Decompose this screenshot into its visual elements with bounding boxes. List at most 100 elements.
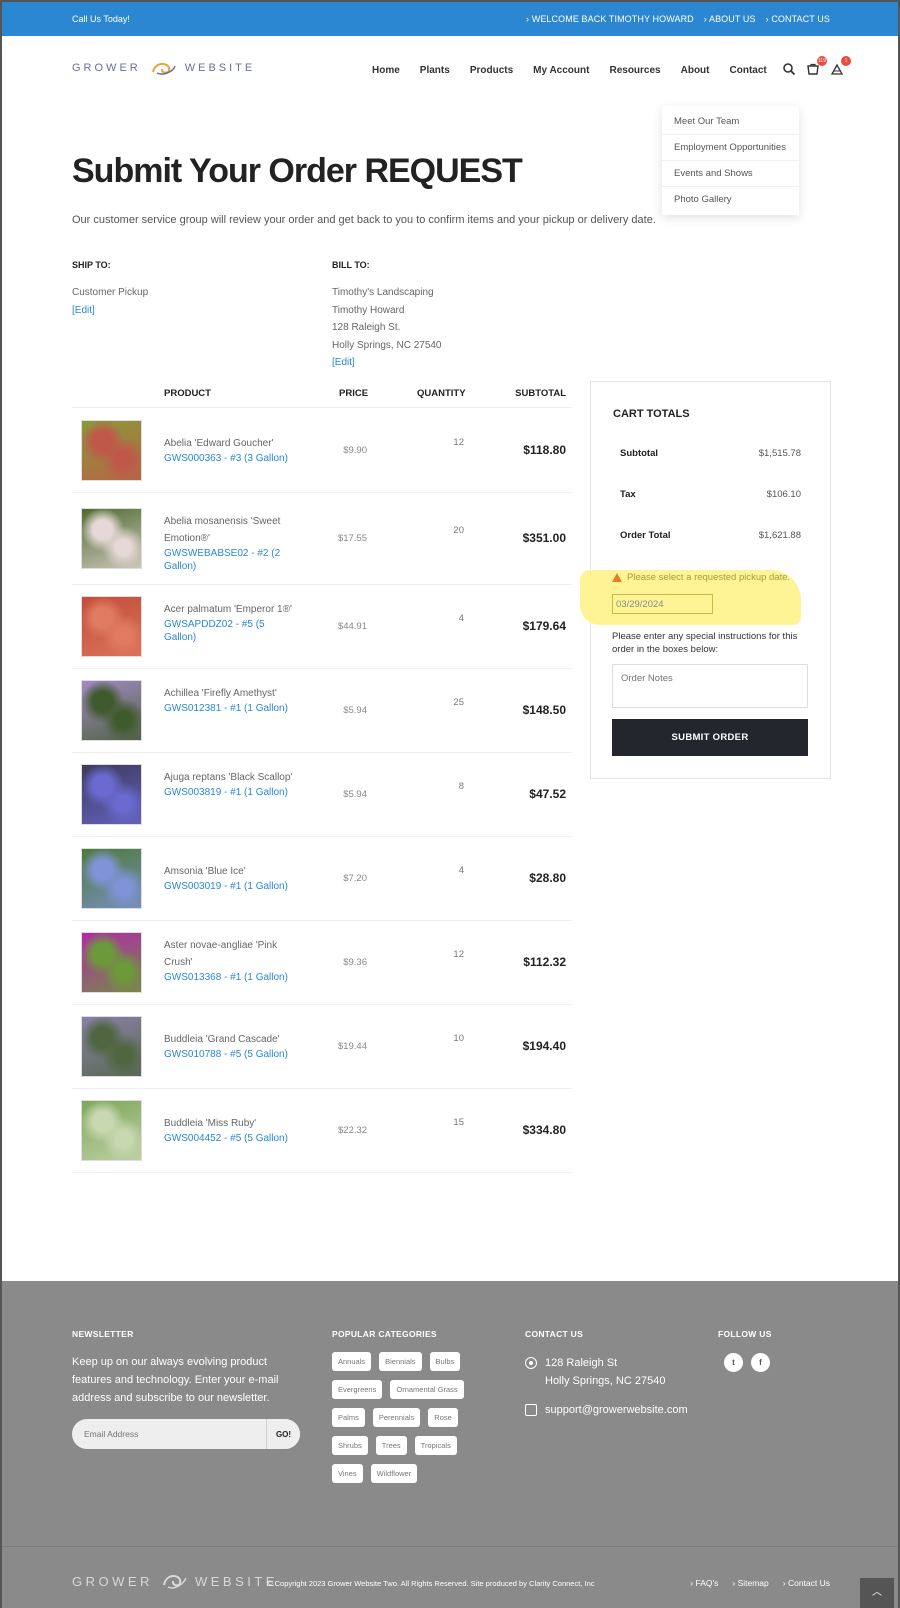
- category-tag[interactable]: Shrubs: [332, 1436, 368, 1455]
- order-notes-textarea[interactable]: [612, 664, 808, 708]
- product-subtotal: $148.50: [522, 703, 566, 717]
- product-name-text: Amsonia 'Blue Ice': [164, 866, 246, 877]
- nav-about[interactable]: About: [681, 65, 710, 76]
- menu-item-photo-gallery[interactable]: Photo Gallery: [662, 187, 799, 212]
- product-quantity: 12: [453, 949, 464, 960]
- nav-home[interactable]: Home: [372, 65, 400, 76]
- social-links: t f: [724, 1353, 770, 1372]
- col-subtotal: SUBTOTAL: [515, 388, 566, 399]
- category-tag[interactable]: Annuals: [332, 1352, 372, 1371]
- product-sku-link[interactable]: GWSAPDDZ02 - #5 (5 Gallon): [164, 618, 299, 644]
- menu-item-meet-our-team[interactable]: Meet Our Team: [662, 109, 799, 135]
- table-row: Abelia mosanensis 'Sweet Emotion®' GWSWEB…: [72, 493, 572, 585]
- product-name[interactable]: Buddleia 'Grand Cascade' GWS010788 - #5 (…: [164, 1031, 299, 1061]
- nav-plants[interactable]: Plants: [420, 65, 450, 76]
- cart-count-badge: 119: [817, 56, 827, 66]
- faq-link[interactable]: FAQ's: [690, 1578, 718, 1588]
- product-name[interactable]: Amsonia 'Blue Ice' GWS003019 - #1 (1 Gall…: [164, 863, 299, 893]
- nav-contact[interactable]: Contact: [730, 65, 767, 76]
- twitter-icon[interactable]: t: [724, 1353, 743, 1372]
- category-tag[interactable]: Perennials: [372, 1408, 421, 1427]
- table-row: Achillea 'Firefly Amethyst' GWS012381 - #…: [72, 669, 572, 753]
- menu-item-events[interactable]: Events and Shows: [662, 161, 799, 187]
- product-sku-link[interactable]: GWS003819 - #1 (1 Gallon): [164, 786, 299, 799]
- bill-to-address: Timothy's Landscaping Timothy Howard 128…: [332, 284, 442, 372]
- welcome-link[interactable]: WELCOME BACK TIMOTHY HOWARD: [526, 14, 694, 24]
- newsletter-go-button[interactable]: GO!: [266, 1419, 300, 1449]
- bottom-contact-link[interactable]: Contact Us: [783, 1578, 830, 1588]
- product-name[interactable]: Aster novae-angliae 'Pink Crush' GWS01336…: [164, 937, 299, 984]
- product-thumbnail[interactable]: [81, 1016, 142, 1077]
- product-thumbnail[interactable]: [81, 680, 142, 741]
- tax-label: Tax: [620, 489, 636, 500]
- category-tag[interactable]: Ornamental Grass: [390, 1380, 464, 1399]
- product-thumbnail[interactable]: [81, 1100, 142, 1161]
- category-tag[interactable]: Rose: [428, 1408, 458, 1427]
- product-sku-link[interactable]: GWS012381 - #1 (1 Gallon): [164, 702, 299, 715]
- product-sku-link[interactable]: GWS004452 - #5 (5 Gallon): [164, 1132, 299, 1145]
- footer-email: support@growerwebsite.com: [525, 1401, 688, 1419]
- product-sku-link[interactable]: GWS000363 - #3 (3 Gallon): [164, 452, 299, 465]
- product-subtotal: $351.00: [522, 531, 566, 545]
- product-thumbnail[interactable]: [81, 848, 142, 909]
- category-tag[interactable]: Bulbs: [429, 1352, 461, 1371]
- product-sku-link[interactable]: GWS003019 - #1 (1 Gallon): [164, 880, 299, 893]
- product-sku-link[interactable]: GWS013368 - #1 (1 Gallon): [164, 971, 299, 984]
- newsletter-email-input[interactable]: [72, 1419, 264, 1449]
- table-row: Ajuga reptans 'Black Scallop' GWS003819 -…: [72, 753, 572, 837]
- bill-to-edit-link[interactable]: [Edit]: [332, 354, 442, 372]
- product-quantity: 8: [458, 781, 464, 792]
- cart-icon[interactable]: 119: [806, 56, 827, 76]
- bill-to-line: Timothy Howard: [332, 304, 405, 316]
- product-thumbnail[interactable]: [81, 764, 142, 825]
- site-logo[interactable]: GROWER WEBSITE: [72, 60, 255, 76]
- product-sku-link[interactable]: GWS010788 - #5 (5 Gallon): [164, 1048, 299, 1061]
- product-name[interactable]: Abelia 'Edward Goucher' GWS000363 - #3 (3…: [164, 435, 299, 465]
- product-name[interactable]: Buddleia 'Miss Ruby' GWS004452 - #5 (5 Ga…: [164, 1115, 299, 1145]
- pickup-date-input[interactable]: [612, 594, 713, 614]
- category-tag[interactable]: Evergreens: [332, 1380, 383, 1399]
- category-tag[interactable]: Tropicals: [414, 1436, 457, 1455]
- facebook-icon[interactable]: f: [751, 1353, 770, 1372]
- product-thumbnail[interactable]: [81, 932, 142, 993]
- product-thumbnail[interactable]: [81, 596, 142, 657]
- product-name-text: Buddleia 'Grand Cascade': [164, 1034, 280, 1045]
- product-table: Abelia 'Edward Goucher' GWS000363 - #3 (3…: [72, 409, 572, 1173]
- warning-icon: [612, 573, 622, 582]
- category-tag[interactable]: Palms: [332, 1408, 365, 1427]
- product-quantity: 25: [453, 697, 464, 708]
- ship-to-edit-link[interactable]: [Edit]: [72, 302, 148, 320]
- scroll-to-top-button[interactable]: ︿: [860, 1578, 894, 1608]
- nav-resources[interactable]: Resources: [609, 65, 660, 76]
- category-tag[interactable]: Vines: [332, 1464, 363, 1483]
- category-tag[interactable]: Wildflower: [370, 1464, 418, 1483]
- product-thumbnail[interactable]: [81, 508, 142, 569]
- table-row: Buddleia 'Miss Ruby' GWS004452 - #5 (5 Ga…: [72, 1089, 572, 1173]
- footer-logo[interactable]: GROWER WEBSITE: [72, 1571, 278, 1591]
- product-subtotal: $179.64: [522, 619, 566, 633]
- nav-products[interactable]: Products: [470, 65, 513, 76]
- product-name[interactable]: Ajuga reptans 'Black Scallop' GWS003819 -…: [164, 769, 299, 799]
- submit-order-button[interactable]: SUBMIT ORDER: [612, 719, 808, 756]
- product-name[interactable]: Abelia mosanensis 'Sweet Emotion®' GWSWEB…: [164, 513, 299, 573]
- top-bar: Call Us Today! WELCOME BACK TIMOTHY HOWA…: [2, 2, 898, 36]
- category-tag[interactable]: Trees: [375, 1436, 407, 1455]
- logo-text-right: WEBSITE: [184, 62, 256, 74]
- header-icons: 119 1: [782, 56, 851, 76]
- search-icon[interactable]: [782, 62, 796, 76]
- sitemap-link[interactable]: Sitemap: [732, 1578, 769, 1588]
- product-name[interactable]: Acer palmatum 'Emperor 1®' GWSAPDDZ02 - #…: [164, 601, 299, 644]
- about-us-link[interactable]: ABOUT US: [704, 14, 756, 24]
- contact-title: CONTACT US: [525, 1329, 584, 1339]
- subtotal-label: Subtotal: [620, 448, 658, 459]
- product-thumbnail[interactable]: [81, 420, 142, 481]
- product-sku-link[interactable]: GWSWEBABSE02 - #2 (2 Gallon): [164, 547, 299, 573]
- category-tag[interactable]: Biennials: [379, 1352, 422, 1371]
- menu-item-employment[interactable]: Employment Opportunities: [662, 135, 799, 161]
- product-name[interactable]: Achillea 'Firefly Amethyst' GWS012381 - #…: [164, 685, 299, 715]
- account-icon[interactable]: 1: [830, 56, 851, 76]
- footer-email-link[interactable]: support@growerwebsite.com: [545, 1401, 688, 1419]
- nav-my-account[interactable]: My Account: [533, 65, 589, 76]
- product-name-text: Ajuga reptans 'Black Scallop': [164, 772, 293, 783]
- contact-us-link[interactable]: CONTACT US: [766, 14, 830, 24]
